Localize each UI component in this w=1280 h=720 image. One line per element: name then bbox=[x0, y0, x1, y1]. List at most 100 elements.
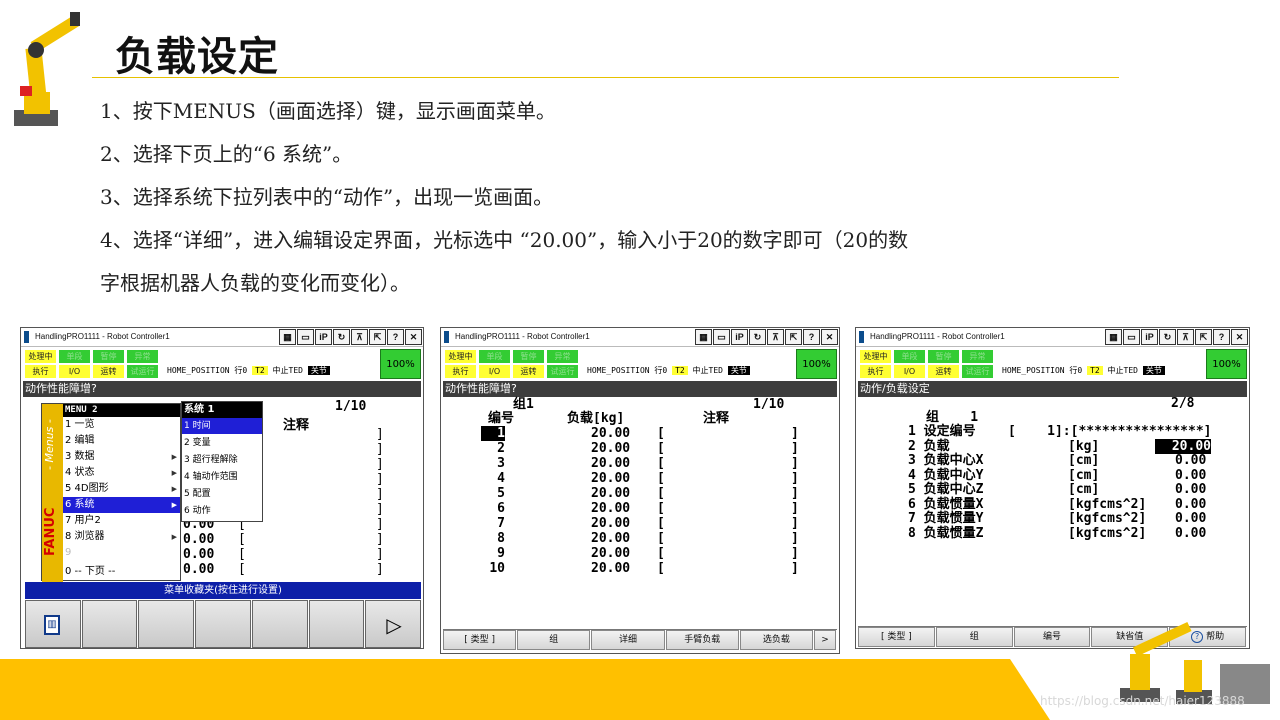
submenu-item-ot-release[interactable]: 3 超行程解除 bbox=[182, 452, 262, 468]
menu-item-label: 2 编辑 bbox=[65, 435, 95, 446]
submenu-item-variables[interactable]: 2 变量 bbox=[182, 435, 262, 451]
system-submenu-popup: 系统 1 1 时间 2 变量 3 超行程解除 4 轴动作范围 5 配置 6 动作 bbox=[181, 401, 263, 522]
fkey-type[interactable]: [ 类型 ] bbox=[858, 627, 935, 647]
fkey-5[interactable] bbox=[251, 600, 308, 648]
menu-item-user2[interactable]: 7 用户2 bbox=[63, 513, 180, 529]
row-number: 7 bbox=[497, 516, 505, 531]
bracket: [ bbox=[657, 531, 665, 546]
menu-item-browser[interactable]: 8 浏览器 ▶ bbox=[63, 529, 180, 545]
row-number: 9 bbox=[497, 546, 505, 561]
screen-header: 动作性能障增? bbox=[443, 381, 837, 397]
setting-value[interactable]: 0.00 bbox=[1175, 526, 1206, 541]
fkey-group[interactable]: 组 bbox=[517, 630, 591, 650]
menu-item-data[interactable]: 3 数据 ▶ bbox=[63, 449, 180, 465]
pin-button[interactable]: ⊼ bbox=[767, 329, 784, 345]
bracket: [ bbox=[238, 547, 246, 562]
ip-button[interactable]: iP bbox=[1141, 329, 1158, 345]
single-view-button[interactable]: ▭ bbox=[297, 329, 314, 345]
row-load-value[interactable]: 20.00 bbox=[591, 516, 630, 531]
layout-button[interactable]: ▦ bbox=[1105, 329, 1122, 345]
fkey-next[interactable]: ▷ bbox=[365, 600, 422, 648]
row-load-value[interactable]: 20.00 bbox=[591, 531, 630, 546]
setting-value[interactable]: 0.00 bbox=[1175, 468, 1206, 483]
setting-unit: [ 1]:[****************] bbox=[1008, 424, 1212, 439]
ip-button[interactable]: iP bbox=[315, 329, 332, 345]
menu-item-next-page[interactable]: 0 -- 下页 -- bbox=[63, 564, 180, 580]
fkey-2[interactable] bbox=[81, 600, 138, 648]
submenu-arrow-icon: ▶ bbox=[171, 453, 177, 461]
submenu-title: 系统 1 bbox=[182, 402, 262, 418]
setting-value[interactable]: 0.00 bbox=[1175, 482, 1206, 497]
fkey-group[interactable]: 组 bbox=[935, 627, 1013, 647]
refresh-button[interactable]: ↻ bbox=[333, 329, 350, 345]
fkey-4[interactable] bbox=[195, 600, 251, 648]
layout-button[interactable]: ▦ bbox=[695, 329, 712, 345]
refresh-button[interactable]: ↻ bbox=[749, 329, 766, 345]
setting-value[interactable]: 0.00 bbox=[1175, 453, 1206, 468]
setting-value[interactable]: 0.00 bbox=[1175, 497, 1206, 512]
submenu-item-clock[interactable]: 1 时间 bbox=[182, 418, 262, 434]
fkey-arm-load[interactable]: 手臂负载 bbox=[665, 630, 739, 650]
row-load-value[interactable]: 20.00 bbox=[591, 486, 630, 501]
menu-item-edit[interactable]: 2 编辑 bbox=[63, 433, 180, 449]
coord-badge: 关节 bbox=[1142, 366, 1165, 375]
bracket: [ bbox=[657, 456, 665, 471]
help-button[interactable]: ? bbox=[387, 329, 404, 345]
row-number: 8 bbox=[497, 531, 505, 546]
fkey-6[interactable] bbox=[308, 600, 365, 648]
submenu-item-config[interactable]: 5 配置 bbox=[182, 486, 262, 502]
col-header-number: 编号 bbox=[488, 411, 515, 426]
window-title: HandlingPRO1111 - Robot Controller1 bbox=[35, 332, 170, 341]
menu-item-system[interactable]: 6 系统 ▶ bbox=[63, 497, 180, 513]
layout-button[interactable]: ▦ bbox=[279, 329, 296, 345]
row-load-value[interactable]: 20.00 bbox=[591, 426, 630, 441]
fkey-detail[interactable]: 详细 bbox=[591, 630, 665, 650]
close-button[interactable]: ✕ bbox=[405, 329, 422, 345]
menu-item-status[interactable]: 4 状态 ▶ bbox=[63, 465, 180, 481]
refresh-button[interactable]: ↻ bbox=[1159, 329, 1176, 345]
pin-button[interactable]: ⊼ bbox=[1177, 329, 1194, 345]
row-load-value[interactable]: 20.00 bbox=[591, 501, 630, 516]
row-load-value[interactable]: 20.00 bbox=[591, 471, 630, 486]
led-hold: 暂停 bbox=[93, 350, 124, 363]
setting-value[interactable]: 0.00 bbox=[1175, 511, 1206, 526]
mode-badge: T2 bbox=[1087, 366, 1103, 375]
close-button[interactable]: ✕ bbox=[821, 329, 838, 345]
submenu-arrow-icon: ▶ bbox=[171, 533, 177, 541]
help-button[interactable]: ? bbox=[803, 329, 820, 345]
led-run: 执行 bbox=[445, 365, 476, 378]
menu-item-list[interactable]: 1 一览 bbox=[63, 417, 180, 433]
ip-button[interactable]: iP bbox=[731, 329, 748, 345]
submenu-item-axis-limits[interactable]: 4 轴动作范围 bbox=[182, 469, 262, 485]
fkey-3[interactable] bbox=[138, 600, 195, 648]
close-button[interactable]: ✕ bbox=[1231, 329, 1248, 345]
popout-button[interactable]: ⇱ bbox=[785, 329, 802, 345]
popout-button[interactable]: ⇱ bbox=[369, 329, 386, 345]
menu-item-9: 9 bbox=[63, 545, 180, 561]
row-load-value[interactable]: 20.00 bbox=[591, 561, 630, 576]
led-step: 单段 bbox=[59, 350, 90, 363]
fkey-favorites[interactable]: ▥ bbox=[25, 600, 81, 648]
setting-label: 5 负载中心Z bbox=[908, 482, 984, 497]
position-readout: HOME_POSITION 行0 T2 中止TED 关节 bbox=[167, 365, 330, 376]
fkey-select-load[interactable]: 选负载 bbox=[739, 630, 814, 650]
favorites-bar[interactable]: 菜单收藏夹(按住进行设置) bbox=[25, 582, 421, 599]
fkey-next-page[interactable]: > bbox=[814, 630, 837, 650]
coord-badge: 关节 bbox=[307, 366, 330, 375]
mode-badge: T2 bbox=[672, 366, 688, 375]
popout-button[interactable]: ⇱ bbox=[1195, 329, 1212, 345]
setting-value[interactable]: 20.00 bbox=[1155, 438, 1211, 454]
row-load-value[interactable]: 20.00 bbox=[591, 441, 630, 456]
row-load-value[interactable]: 20.00 bbox=[591, 456, 630, 471]
single-view-button[interactable]: ▭ bbox=[713, 329, 730, 345]
menu-item-4d-graphics[interactable]: 5 4D图形 ▶ bbox=[63, 481, 180, 497]
fkey-type[interactable]: [ 类型 ] bbox=[443, 630, 517, 650]
help-button[interactable]: ? bbox=[1213, 329, 1230, 345]
row-load-value[interactable]: 20.00 bbox=[591, 546, 630, 561]
single-view-button[interactable]: ▭ bbox=[1123, 329, 1140, 345]
app-icon bbox=[24, 331, 29, 343]
submenu-item-motion[interactable]: 6 动作 bbox=[182, 503, 262, 519]
override-percent: 100% bbox=[1206, 349, 1247, 379]
pin-button[interactable]: ⊼ bbox=[351, 329, 368, 345]
window-titlebar: HandlingPRO1111 - Robot Controller1 ▦ ▭ … bbox=[856, 328, 1249, 347]
